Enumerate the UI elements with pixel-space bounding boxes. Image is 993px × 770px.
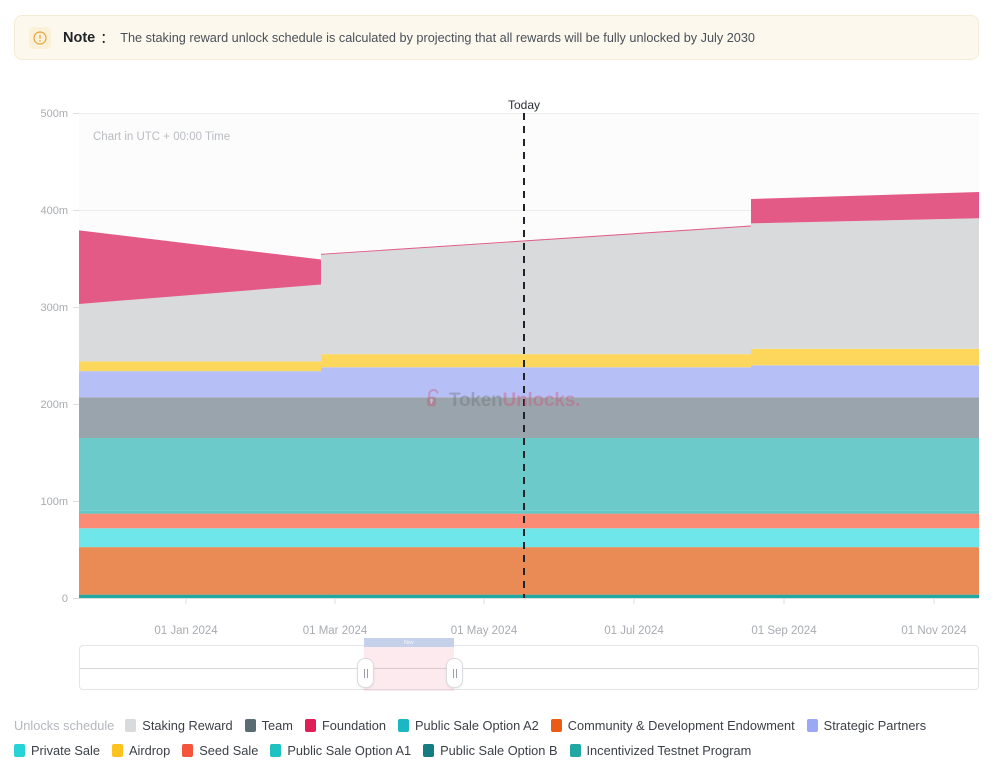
legend-item-strategic-partners[interactable]: Strategic Partners <box>806 718 927 733</box>
x-tick-label: 01 Nov 2024 <box>901 625 967 637</box>
area-seed-sale <box>79 513 979 529</box>
legend-swatch-icon <box>806 719 818 732</box>
brush-handle-left[interactable] <box>357 658 374 688</box>
legend-item-label: Public Sale Option B <box>440 743 558 758</box>
legend-swatch-icon <box>550 719 562 732</box>
chart-canvas: 500m 400m 300m 200m 100m 0 01 Jan 2024 0… <box>40 108 979 637</box>
legend-row-1: Unlocks schedule Staking Reward Team Fou… <box>14 718 979 733</box>
grip-line <box>452 668 454 678</box>
area-private-sale <box>79 528 979 548</box>
legend-row-2: Private Sale Airdrop Seed Sale Public Sa… <box>14 743 979 758</box>
legend-swatch-icon <box>182 744 194 757</box>
y-tick-label: 200m <box>40 399 68 411</box>
exclamation-circle-icon <box>29 26 51 49</box>
chart-timezone-note: Chart in UTC + 00:00 Time <box>93 131 231 143</box>
unlocks-area-chart[interactable]: 500m 400m 300m 200m 100m 0 01 Jan 2024 0… <box>0 80 993 640</box>
x-tick-label: 01 May 2024 <box>451 625 518 637</box>
legend-item-label: Community & Development Endowment <box>567 718 795 733</box>
brush-midline <box>80 668 978 669</box>
legend-item-airdrop[interactable]: Airdrop <box>112 743 170 758</box>
legend-item-team[interactable]: Team <box>244 718 293 733</box>
legend-swatch-icon <box>569 744 581 757</box>
y-tick-label: 400m <box>40 205 68 217</box>
legend-swatch-icon <box>14 744 25 757</box>
brush-selection-tag: Nov <box>364 638 454 647</box>
note-banner: Note ： The staking reward unlock schedul… <box>14 15 979 60</box>
note-separator: ： <box>100 29 115 46</box>
legend-swatch-icon <box>423 744 435 757</box>
area-team <box>79 397 979 438</box>
y-tick-label: 500m <box>40 108 68 120</box>
legend-swatch-icon <box>397 719 409 732</box>
x-tick-label: 01 Mar 2024 <box>303 625 368 637</box>
legend-item-label: Team <box>261 718 293 733</box>
legend-item-label: Foundation <box>321 718 386 733</box>
legend-item-private-sale[interactable]: Private Sale <box>14 743 100 758</box>
y-tick-label: 0 <box>62 593 68 605</box>
x-tick-label: 01 Jul 2024 <box>604 625 664 637</box>
y-axis-labels: 500m 400m 300m 200m 100m 0 <box>40 108 68 605</box>
legend-item-label: Incentivized Testnet Program <box>586 743 752 758</box>
area-public-sale-option-b <box>79 510 979 514</box>
legend-item-public-sale-option-a2[interactable]: Public Sale Option A2 <box>397 718 539 733</box>
area-incentivized-testnet-program <box>79 594 979 598</box>
area-public-sale-option-a2 <box>79 438 979 511</box>
note-label: Note <box>63 29 96 46</box>
legend-item-label: Private Sale <box>31 743 100 758</box>
legend-item-seed-sale[interactable]: Seed Sale <box>182 743 258 758</box>
date-range-brush[interactable]: Nov <box>79 638 979 691</box>
grip-line <box>455 668 457 678</box>
legend-item-label: Airdrop <box>129 743 171 758</box>
brush-handle-right[interactable] <box>446 658 463 688</box>
legend-swatch-icon <box>244 719 256 732</box>
today-marker-label: Today <box>507 98 541 112</box>
x-tick-label: 01 Sep 2024 <box>751 625 817 637</box>
y-tick-label: 100m <box>40 496 68 508</box>
legend-item-label: Seed Sale <box>199 743 259 758</box>
legend-item-public-sale-option-b[interactable]: Public Sale Option B <box>423 743 558 758</box>
legend-item-staking-reward[interactable]: Staking Reward <box>125 718 233 733</box>
grip-line <box>363 668 365 678</box>
grip-line <box>366 668 368 678</box>
legend-item-label: Strategic Partners <box>823 718 927 733</box>
legend-swatch-icon <box>270 744 282 757</box>
y-ticks <box>73 113 79 599</box>
x-tick-label: 01 Jan 2024 <box>154 625 218 637</box>
legend-swatch-icon <box>125 719 137 732</box>
legend-swatch-icon <box>304 719 316 732</box>
legend-item-community-development-endowment[interactable]: Community & Development Endowment <box>550 718 795 733</box>
note-text: The staking reward unlock schedule is ca… <box>120 30 755 45</box>
legend-item-incentivized-testnet-program[interactable]: Incentivized Testnet Program <box>569 743 752 758</box>
brush-selection-tag-label: Nov <box>404 639 414 646</box>
legend-title: Unlocks schedule <box>14 718 115 733</box>
legend-item-label: Public Sale Option A2 <box>414 718 539 733</box>
legend-item-foundation[interactable]: Foundation <box>304 718 386 733</box>
area-community-development-endowment <box>79 547 979 595</box>
token-unlocks-chart-page: Note ： The staking reward unlock schedul… <box>0 0 993 770</box>
chart-legend: Unlocks schedule Staking Reward Team Fou… <box>14 718 979 768</box>
legend-item-label: Staking Reward <box>142 718 233 733</box>
legend-swatch-icon <box>112 744 123 757</box>
legend-item-label: Public Sale Option A1 <box>287 743 412 758</box>
brush-selection-region[interactable]: Nov <box>364 638 454 691</box>
x-axis-labels: 01 Jan 2024 01 Mar 2024 01 May 2024 01 J… <box>154 625 967 637</box>
y-tick-label: 300m <box>40 302 68 314</box>
stacked-areas <box>79 192 979 598</box>
legend-item-public-sale-option-a1[interactable]: Public Sale Option A1 <box>270 743 411 758</box>
